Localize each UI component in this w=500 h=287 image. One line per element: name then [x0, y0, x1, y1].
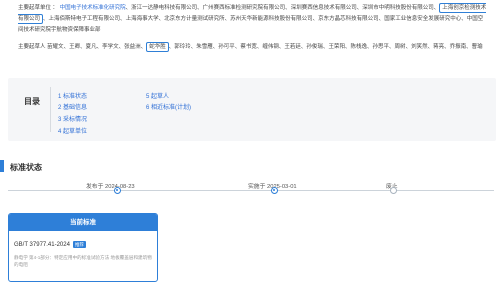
toc-item-drafters[interactable]: 5 起草人	[146, 91, 169, 100]
timeline-label-published: 发布于 2024-08-23	[86, 184, 135, 190]
timeline-dot-implemented	[271, 187, 278, 194]
section-accent-bar	[0, 160, 4, 172]
drafter-item: 蒋亮	[433, 44, 445, 50]
toc-item-drafting-units[interactable]: 4 起草单位	[58, 126, 87, 135]
drafter-item: 王若廷	[284, 44, 301, 50]
drafter-item: 夏凡	[85, 44, 97, 50]
drafter-item: 李学文	[102, 44, 119, 50]
drafters-label: 主要起草人	[18, 44, 46, 50]
drafter-item: 孙可平	[218, 44, 235, 50]
drafting-units-paragraph: 主要起草单位 ： 中国电子技术标准化研究院、浙江一达静电科技有限公司、广州赛西标…	[18, 3, 488, 36]
drafting-unit-item: 国家工业信息安全发展研究中心	[384, 16, 462, 22]
timeline-dot-abolished	[390, 187, 397, 194]
drafting-unit-item: 京东方晶芯科技有限公司	[318, 16, 379, 22]
drafting-unit-item: 上海海事大学	[125, 16, 159, 22]
table-of-contents: 目录 1 标准状态 2 基础信息 3 采标情况 4 起草单位 5 起草人 6 相…	[8, 78, 496, 141]
section-title-status: 标准状态	[10, 163, 42, 172]
drafting-units-colon: ：	[52, 5, 59, 11]
drafter-item: 周树	[394, 44, 406, 50]
toc-title: 目录	[24, 97, 40, 106]
standard-code[interactable]: GB/T 37977.41-2024 推荐	[14, 241, 86, 248]
drafters-list: 苗耀文、王卿、夏凡、李学文、张益洲、 蛇华胜 、郭玲玲、朱雪雁、孙可平、蔡书宽、缠伟…	[47, 42, 483, 52]
standard-description: 静电学 第4-1部分：特定应用中的标准试验方法 地板覆盖层和建筑物的电阻	[14, 255, 152, 267]
drafter-item: 王卿	[69, 44, 81, 50]
drafter-item: 蛇华胜	[146, 42, 169, 52]
drafter-item: 张益洲	[124, 44, 141, 50]
current-standard-card[interactable]: 当前标准 GB/T 37977.41-2024 推荐 静电学 第4-1部分：特定应…	[8, 213, 158, 282]
drafter-item: 曹瑜	[471, 44, 483, 50]
drafter-item: 陈栈逸	[350, 44, 367, 50]
drafter-item: 孙思平	[372, 44, 390, 50]
drafter-item: 郭玲玲	[174, 44, 191, 50]
drafter-item: 孙俊瑞	[306, 44, 323, 50]
drafting-unit-item: 深圳赛西信息技术有限公司	[290, 5, 357, 11]
toc-divider	[50, 87, 51, 132]
drafting-unit-item: 深圳市中明科技股份有限公司	[362, 5, 434, 11]
toc-item-similar-standards[interactable]: 6 相近标准(计划)	[146, 102, 191, 111]
card-header: 当前标准	[9, 214, 157, 231]
drafter-item: 朱雪雁	[196, 44, 213, 50]
drafting-unit-item[interactable]: 中国电子技术标准化研究院	[60, 5, 126, 11]
drafter-item: 蔡书宽	[240, 44, 257, 50]
drafter-item: 王荣阳	[328, 44, 345, 50]
drafter-item: 缠伟钢	[262, 44, 279, 50]
timeline-dot-published	[114, 187, 121, 194]
drafters-paragraph: 主要起草人 苗耀文、王卿、夏凡、李学文、张益洲、 蛇华胜 、郭玲玲、朱雪雁、孙可平、…	[18, 42, 488, 53]
drafting-units-list: 中国电子技术标准化研究院、浙江一达静电科技有限公司、广州赛西标准检测研究院有限公…	[18, 3, 487, 33]
toc-item-standard-status[interactable]: 1 标准状态	[58, 91, 87, 100]
drafter-item: 乔振南	[449, 44, 467, 50]
drafting-unit-item: 苏州天华新能源科技股份有限公司	[230, 16, 313, 22]
drafting-unit-item: 上海佰斯特电子工程有限公司	[48, 16, 121, 22]
recommended-badge: 推荐	[72, 241, 86, 248]
status-timeline-line	[8, 190, 494, 191]
drafting-unit-item: 北京东方计量测试研究所	[164, 16, 225, 22]
drafting-unit-item: 浙江一达静电科技有限公司	[131, 5, 198, 11]
drafting-units-label: 主要起草单位	[18, 5, 52, 11]
drafter-item: 苗耀文	[47, 44, 64, 50]
toc-item-basic-info[interactable]: 2 基础信息	[58, 102, 87, 111]
standard-code-text: GB/T 37977.41-2024	[14, 242, 70, 249]
drafting-unit-item: 广州赛西标准检测研究院有限公司	[202, 5, 286, 11]
toc-item-adoption[interactable]: 3 采标情况	[58, 114, 87, 123]
drafter-item: 刘笑然	[411, 44, 428, 50]
